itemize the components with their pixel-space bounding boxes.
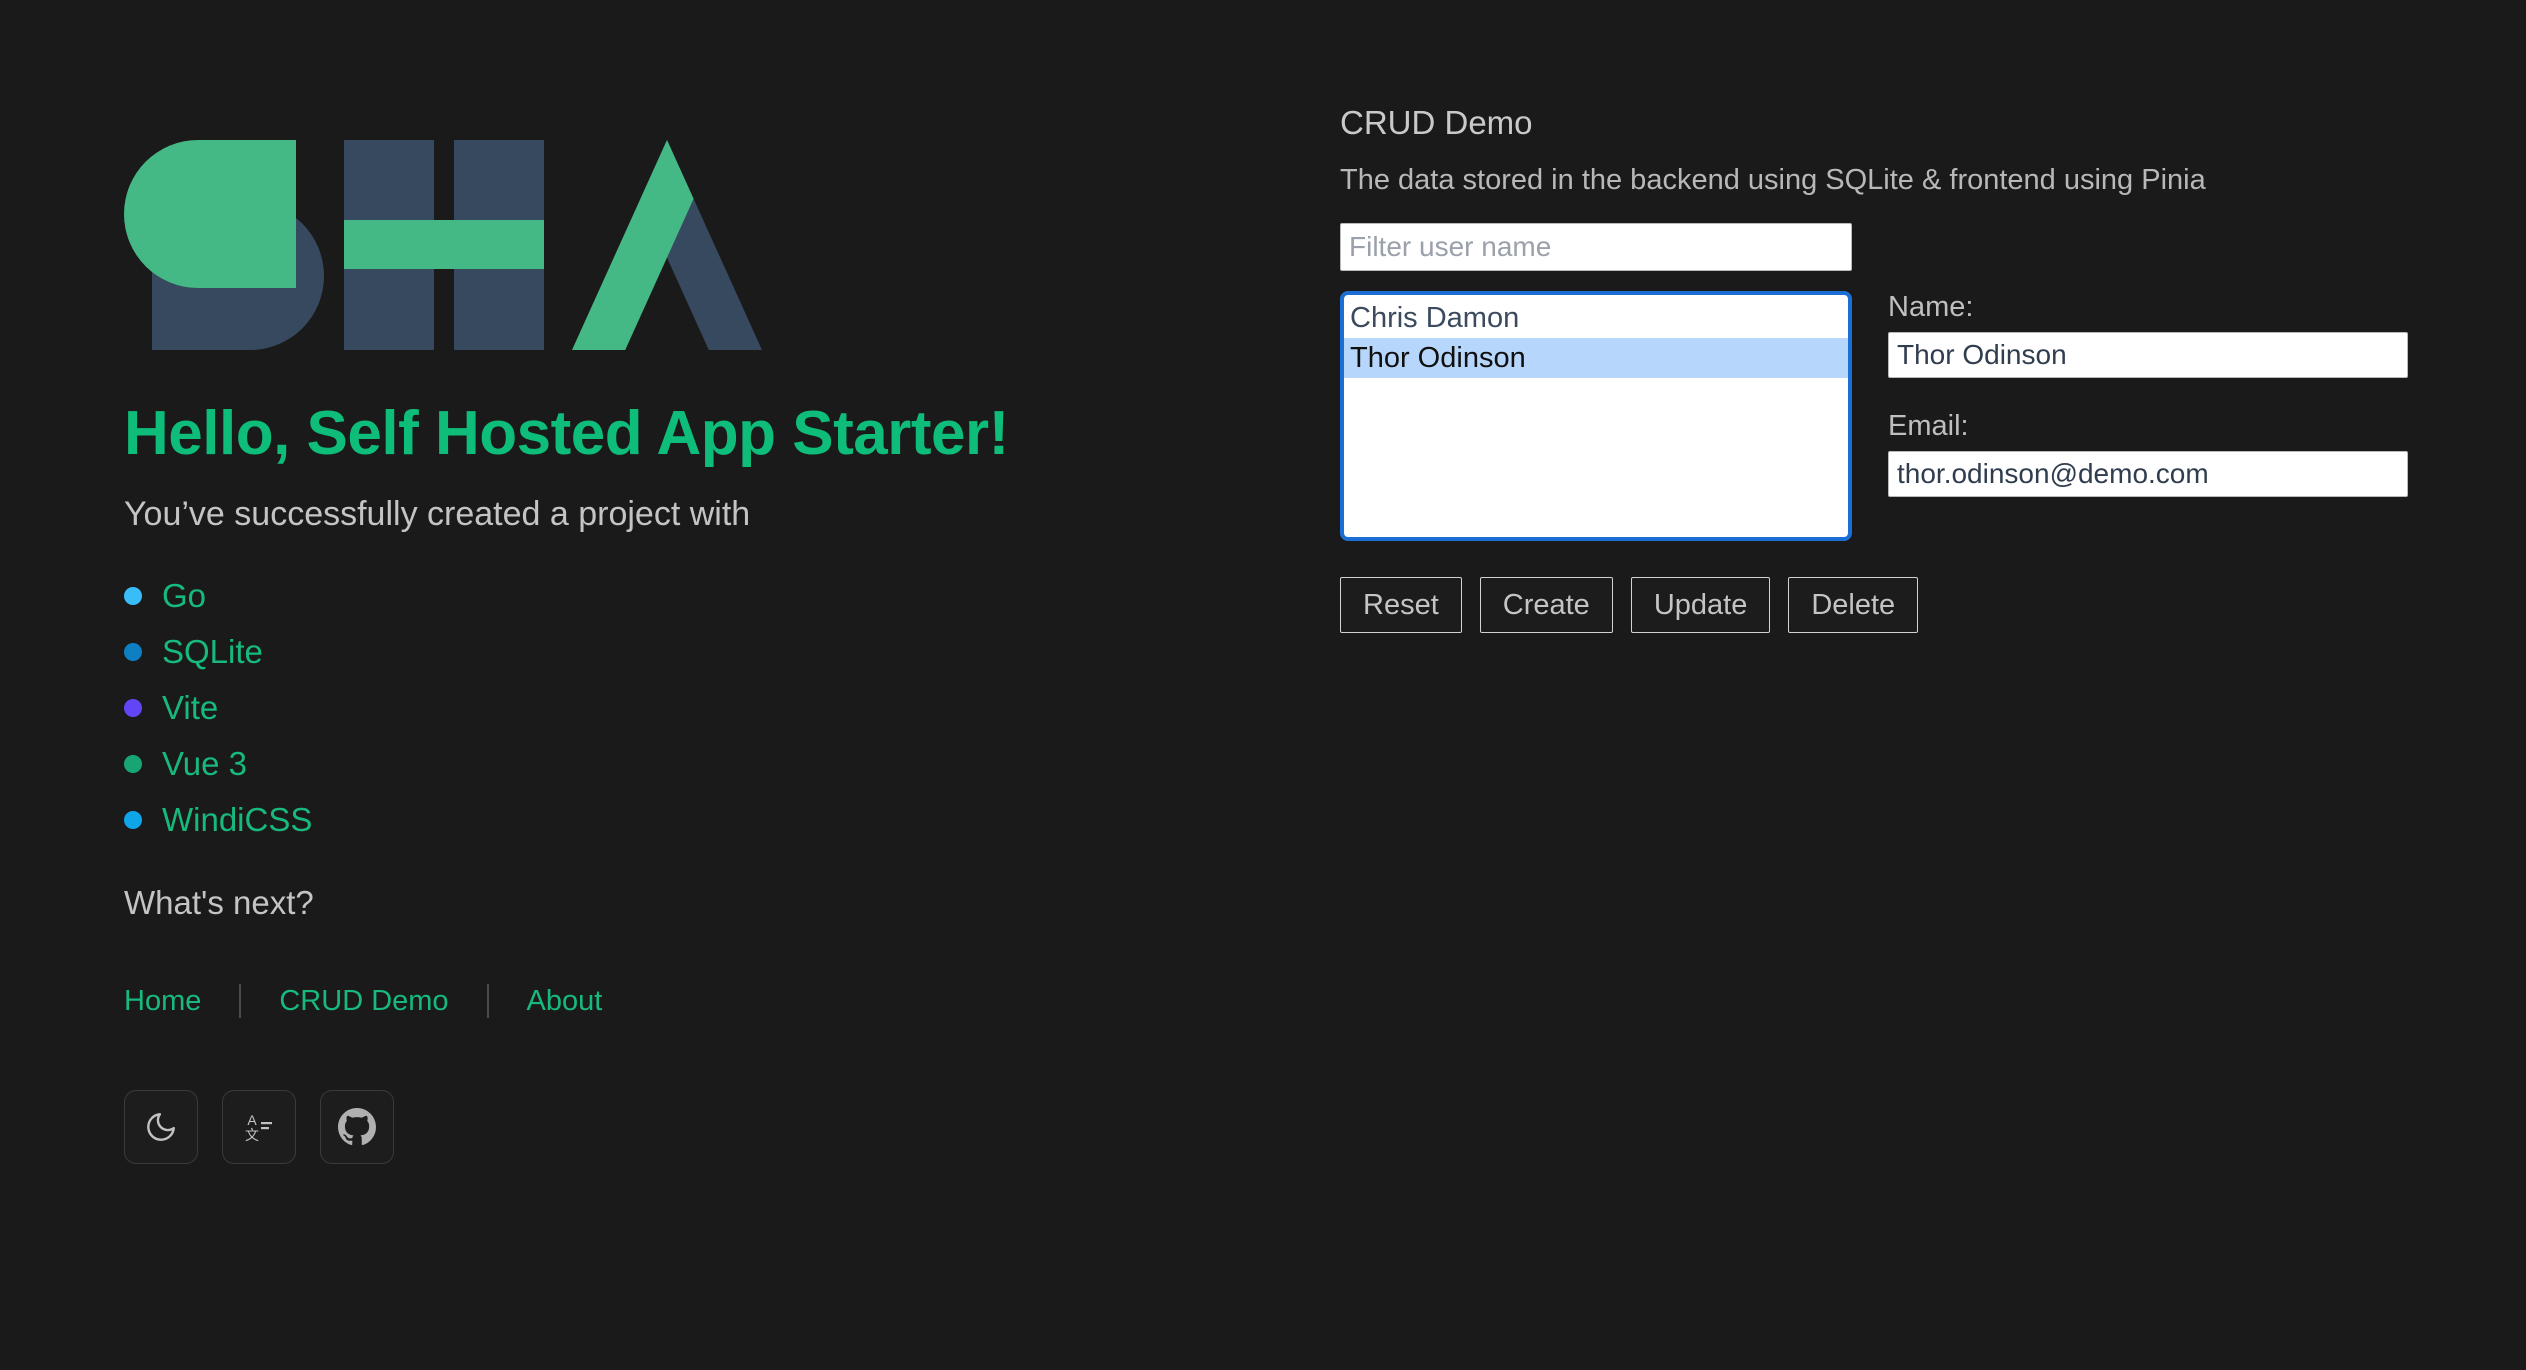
language-toggle-button[interactable]: A 文	[222, 1090, 296, 1165]
bullet-dot-icon	[124, 699, 142, 718]
tech-stack-label: Go	[162, 577, 207, 615]
crud-panel-description: The data stored in the backend using SQL…	[1340, 164, 2206, 196]
tech-stack-list: Go SQLite Vite Vue 3 WindiCSS	[124, 568, 1224, 848]
bullet-dot-icon	[124, 643, 142, 662]
tech-stack-label: WindiCSS	[162, 801, 313, 839]
user-list-select[interactable]: Chris Damon Thor Odinson	[1340, 291, 1852, 541]
user-list-option[interactable]: Chris Damon	[1344, 298, 1848, 338]
tech-stack-item-vite: Vite	[124, 680, 1224, 736]
tech-stack-item-go: Go	[124, 568, 1224, 624]
tech-stack-label: Vite	[162, 689, 219, 727]
logo-h-crossbar	[344, 220, 544, 269]
nav-divider	[486, 984, 489, 1019]
name-field-group: Name:	[1888, 291, 2418, 378]
dark-mode-toggle-button[interactable]	[124, 1090, 198, 1165]
email-field-group: Email:	[1888, 410, 2418, 497]
reset-button[interactable]: Reset	[1340, 577, 1462, 633]
logo-letter-a	[572, 140, 762, 350]
github-link-button[interactable]	[320, 1090, 394, 1165]
whats-next-text: What's next?	[124, 884, 314, 922]
bullet-dot-icon	[124, 587, 142, 606]
svg-text:文: 文	[245, 1127, 259, 1143]
name-input[interactable]	[1888, 332, 2408, 378]
tech-stack-label: SQLite	[162, 633, 263, 671]
logo-letter-s	[124, 140, 324, 350]
nav-link-crud-demo[interactable]: CRUD Demo	[279, 985, 448, 1018]
bullet-dot-icon	[124, 755, 142, 774]
nav-link-home[interactable]: Home	[124, 985, 201, 1018]
app-root: Hello, Self Hosted App Starter! You’ve s…	[0, 0, 2526, 1370]
tech-stack-item-sqlite: SQLite	[124, 624, 1224, 680]
translate-icon: A 文	[241, 1109, 277, 1145]
delete-button[interactable]: Delete	[1788, 577, 1919, 633]
main-nav: Home CRUD Demo About	[124, 984, 1224, 1019]
github-icon	[338, 1108, 376, 1146]
bullet-dot-icon	[124, 811, 142, 830]
tech-stack-item-windicss: WindiCSS	[124, 792, 1224, 848]
moon-icon	[144, 1110, 178, 1144]
crud-panel: CRUD Demo The data stored in the backend…	[1340, 104, 2460, 633]
filter-user-name-input[interactable]	[1340, 223, 1852, 271]
crud-panel-title: CRUD Demo	[1340, 104, 1533, 141]
tech-stack-label: Vue 3	[162, 745, 248, 783]
email-field-label: Email:	[1888, 410, 1969, 442]
svg-text:A: A	[247, 1112, 257, 1128]
name-field-label: Name:	[1888, 291, 1974, 323]
nav-link-about[interactable]: About	[527, 985, 603, 1018]
hero-column: Hello, Self Hosted App Starter! You’ve s…	[124, 0, 1224, 1165]
create-button[interactable]: Create	[1479, 577, 1613, 633]
tech-stack-item-vue: Vue 3	[124, 736, 1224, 792]
nav-divider	[239, 984, 242, 1019]
logo-letter-h	[344, 140, 544, 350]
email-input[interactable]	[1888, 451, 2408, 497]
footer-icon-buttons: A 文	[124, 1090, 1224, 1165]
user-list-option-selected[interactable]: Thor Odinson	[1344, 338, 1848, 378]
update-button[interactable]: Update	[1630, 577, 1771, 633]
user-form: Name: Email:	[1888, 291, 2418, 497]
logo-s-green-shape	[124, 140, 296, 288]
page-title: Hello, Self Hosted App Starter!	[124, 399, 1009, 468]
app-logo	[124, 140, 764, 350]
crud-body: Chris Damon Thor Odinson Name: Email:	[1340, 291, 2460, 541]
page-subtitle: You’ve successfully created a project wi…	[124, 495, 751, 534]
crud-action-buttons: Reset Create Update Delete	[1340, 577, 2460, 633]
